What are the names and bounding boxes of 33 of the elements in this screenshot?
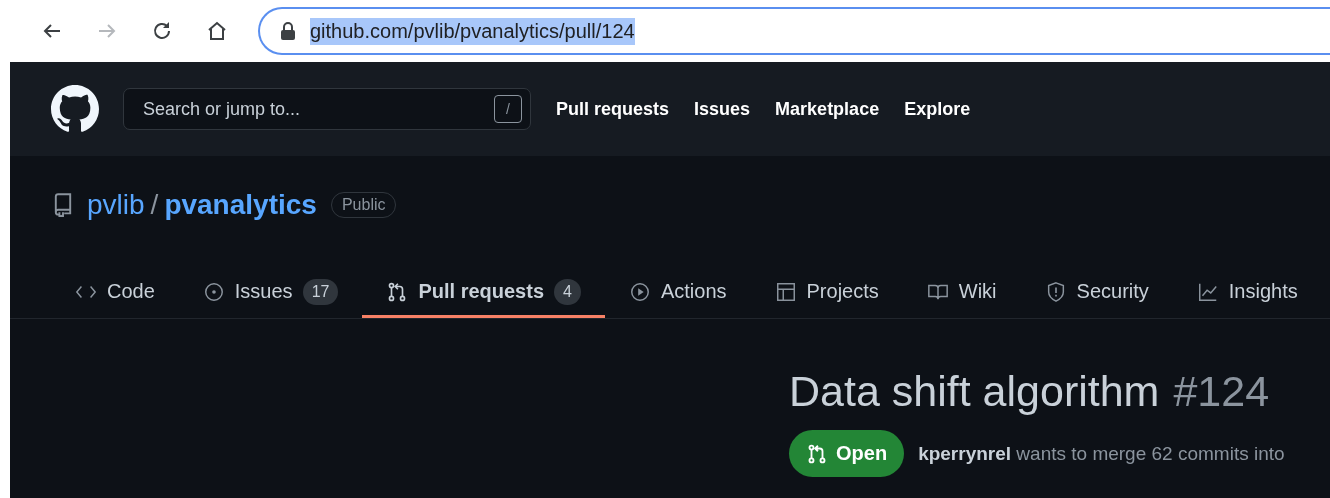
search-placeholder: Search or jump to...	[143, 98, 301, 120]
lock-icon	[280, 22, 296, 40]
repo-tab[interactable]: Insights	[1172, 268, 1322, 318]
table-icon	[774, 280, 797, 303]
repo-tab[interactable]: Issues 17	[178, 268, 363, 318]
repo-tab[interactable]: Wiki	[902, 268, 1021, 318]
repo-owner-link[interactable]: pvlib	[87, 189, 145, 221]
repo-icon	[53, 193, 73, 217]
octocat-logo-icon[interactable]	[51, 85, 99, 133]
shortcut-key: /	[494, 95, 522, 123]
repo-tab[interactable]: Projects	[750, 268, 903, 318]
url-text: github.com/pvlib/pvanalytics/pull/124	[310, 17, 635, 45]
repo-tab[interactable]: Code	[51, 268, 179, 318]
status-label: Open	[789, 430, 905, 477]
repo-tab[interactable]: Security	[1020, 268, 1173, 318]
pr-summary: kperrynrel wants to merge 62 commits into	[918, 442, 1285, 465]
header-link[interactable]: Pull requests	[556, 98, 670, 120]
repo-name-link[interactable]: pvanalytics	[164, 189, 317, 221]
pr-title: Data shift algorithm	[789, 367, 1160, 416]
tab-counter: 4	[554, 278, 581, 305]
search-field[interactable]: Search or jump to... /	[123, 88, 531, 130]
repo-tab[interactable]: Actions	[604, 268, 751, 318]
circle-dot-icon	[202, 280, 225, 303]
header-link[interactable]: Marketplace	[775, 98, 880, 120]
tab-counter: 17	[302, 278, 339, 305]
path-separator: /	[150, 189, 159, 221]
pr-number: #124	[1173, 367, 1270, 416]
pull-request-icon	[806, 442, 828, 465]
play-icon	[628, 280, 651, 303]
header-link[interactable]: Issues	[694, 98, 751, 120]
repo-tab[interactable]: Pull requests 4	[362, 268, 605, 318]
header-link[interactable]: Explore	[904, 98, 971, 120]
address-bar[interactable]: github.com/pvlib/pvanalytics/pull/124	[258, 7, 1330, 55]
